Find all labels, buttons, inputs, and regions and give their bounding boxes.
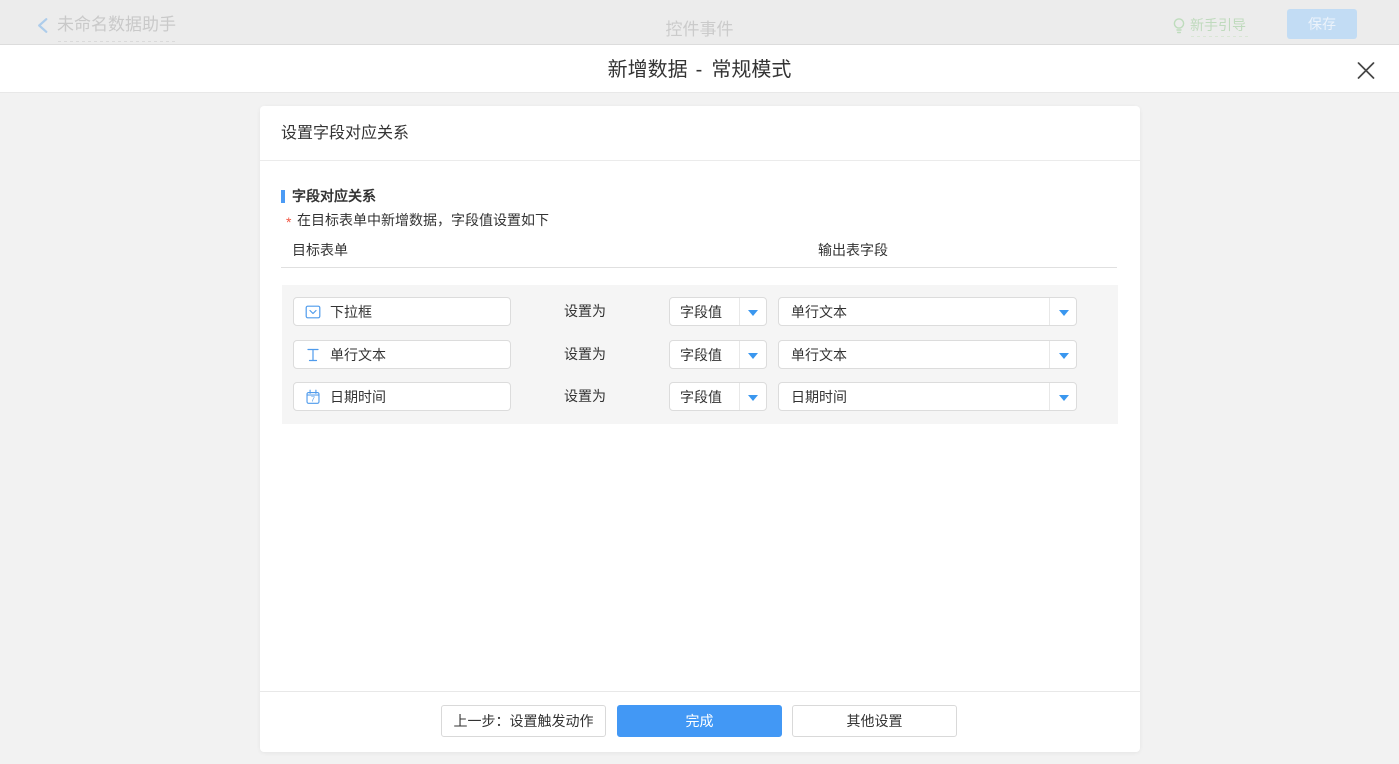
svg-text:7: 7 xyxy=(311,395,315,404)
